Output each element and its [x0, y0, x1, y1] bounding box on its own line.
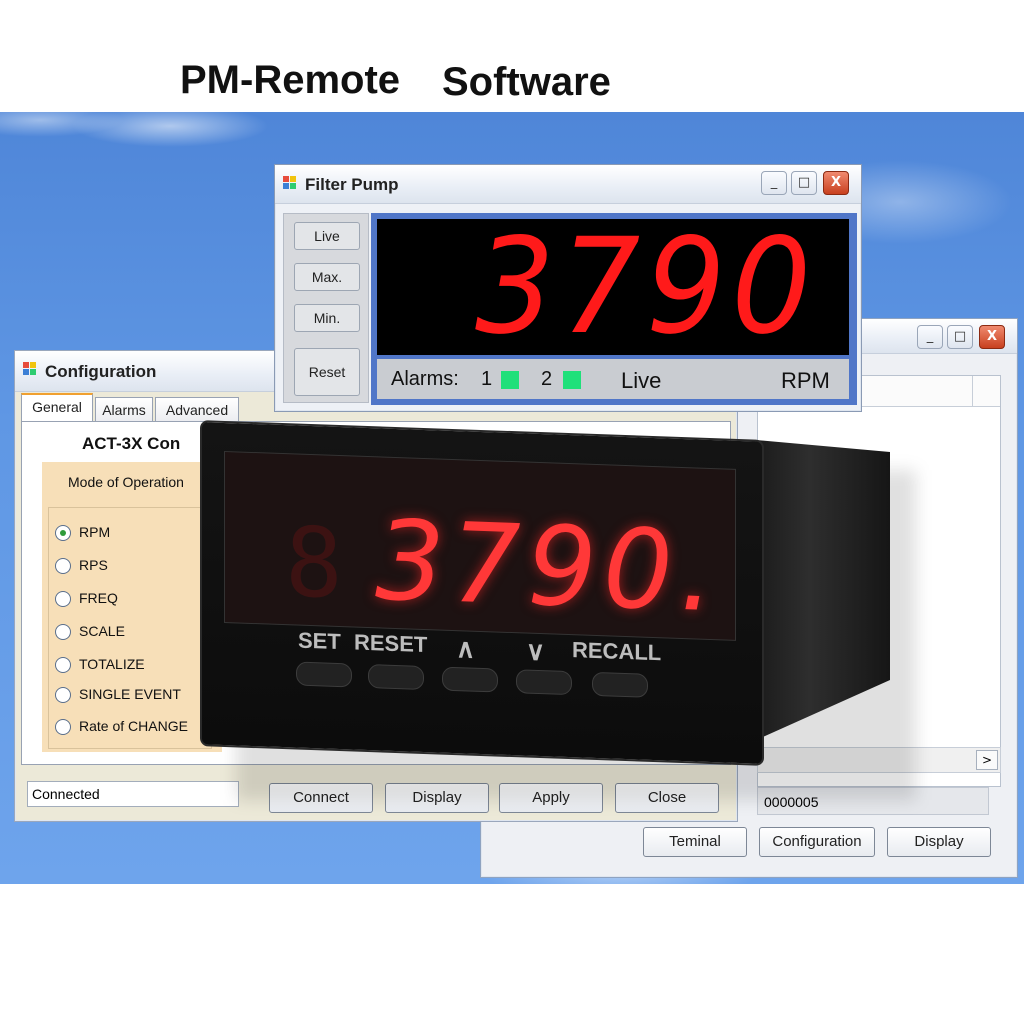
radio-icon[interactable] [55, 558, 71, 574]
reset-key[interactable] [368, 664, 424, 690]
radio-icon[interactable] [55, 657, 71, 673]
connection-status: Connected [27, 781, 239, 807]
headline: PM-Remote Software [0, 56, 1024, 112]
close-button[interactable]: X [979, 325, 1005, 349]
tab-advanced[interactable]: Advanced [155, 397, 239, 421]
alarms-label: Alarms: [391, 368, 459, 390]
alarm-2-indicator-icon [563, 371, 581, 389]
up-key[interactable] [442, 666, 498, 693]
radio-icon[interactable] [55, 687, 71, 703]
scroll-right-icon[interactable]: > [976, 750, 998, 770]
radio-selected-icon[interactable] [55, 525, 71, 541]
reading-display: 3790 [377, 219, 849, 355]
grid-column-divider[interactable] [972, 376, 973, 406]
minimize-button[interactable]: _ [761, 171, 787, 195]
alarm-1-label: 1 [481, 368, 493, 390]
app-icon [283, 176, 297, 190]
app-icon [23, 362, 37, 376]
reset-button[interactable]: Reset [294, 348, 360, 396]
set-key-label: SET [298, 627, 341, 655]
mode-of-operation-box: Mode of Operation RPM RPS FREQ SCALE TOT… [42, 462, 222, 752]
maximize-button[interactable]: □ [947, 325, 973, 349]
up-arrow-icon: ∧ [456, 633, 476, 664]
radio-icon[interactable] [55, 591, 71, 607]
alarm-1-indicator-icon [501, 371, 519, 389]
mode-label: Mode of Operation [68, 474, 184, 490]
headline-product: PM-Remote [180, 58, 401, 102]
meter-unlit-segments: 8 [285, 506, 347, 621]
recall-key-label: RECALL [572, 637, 662, 666]
window-title: Filter Pump [305, 175, 399, 194]
alarm-2-label: 2 [541, 368, 553, 390]
maximize-button[interactable]: □ [791, 171, 817, 195]
meter-bezel: 8 3790. SET RESET ∧ ∨ RECALL [200, 420, 764, 766]
headline-software: Software [442, 60, 611, 104]
live-button[interactable]: Live [294, 222, 360, 250]
reading-value: 3790 [475, 219, 817, 355]
down-arrow-icon: ∨ [526, 635, 546, 667]
unit-label: RPM [781, 368, 830, 393]
display-status-strip: Alarms: 1 2 Live RPM [377, 359, 849, 399]
display-button[interactable]: Display [887, 827, 991, 857]
meter-keypad: SET RESET ∧ ∨ RECALL [292, 625, 732, 720]
down-key[interactable] [516, 669, 572, 696]
radio-icon[interactable] [55, 624, 71, 640]
meter-reading: 3790. [375, 496, 720, 637]
tab-general[interactable]: General [21, 393, 93, 422]
set-key[interactable] [296, 661, 352, 688]
minimize-button[interactable]: _ [917, 325, 943, 349]
meter-led-window: 8 3790. [224, 450, 736, 641]
filter-pump-window: Filter Pump _ □ X Live Max. Min. Reset 3… [274, 164, 862, 412]
device-title: ACT-3X Con [82, 434, 181, 453]
tab-alarms[interactable]: Alarms [95, 397, 153, 421]
reset-key-label: RESET [354, 629, 428, 658]
configuration-button[interactable]: Configuration [759, 827, 875, 857]
window-title: Configuration [45, 362, 157, 381]
view-button-panel: Live Max. Min. Reset [283, 213, 369, 403]
terminal-button[interactable]: Teminal [643, 827, 747, 857]
max-button[interactable]: Max. [294, 263, 360, 291]
recall-key[interactable] [592, 671, 648, 698]
display-mode: Live [621, 368, 662, 393]
min-button[interactable]: Min. [294, 304, 360, 332]
panel-meter-photo: 8 3790. SET RESET ∧ ∨ RECALL [196, 420, 916, 800]
filter-pump-titlebar[interactable]: Filter Pump _ □ X [275, 165, 861, 204]
close-button[interactable]: X [823, 171, 849, 195]
mode-radio-group: RPM RPS FREQ SCALE TOTALIZE SINGLE EVENT… [48, 507, 212, 749]
radio-icon[interactable] [55, 719, 71, 735]
